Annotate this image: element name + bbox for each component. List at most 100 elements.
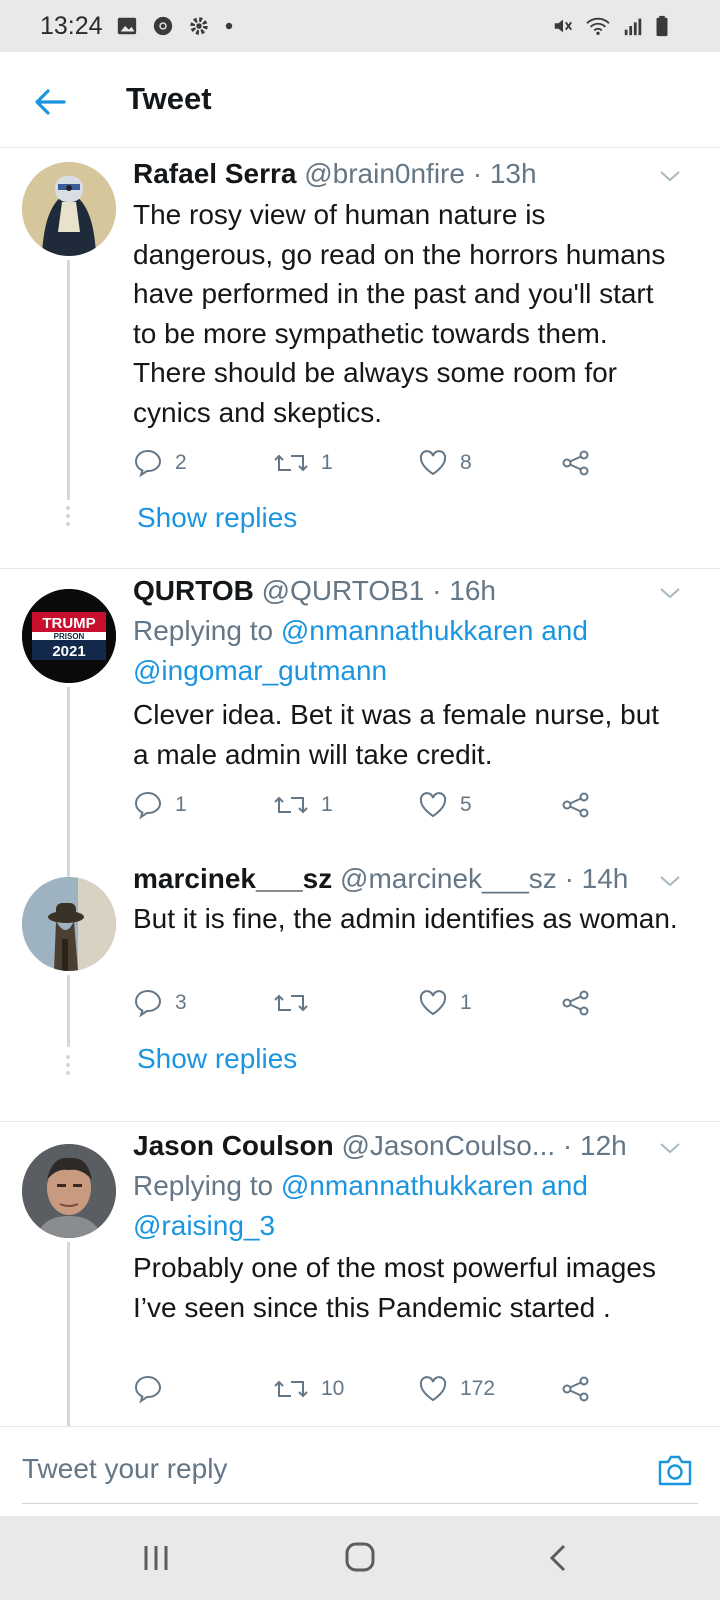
- tweet-actions: 2 1 8: [133, 446, 603, 480]
- retweet-icon: [274, 454, 308, 472]
- chevron-down-icon[interactable]: [658, 581, 682, 605]
- wifi-icon: [586, 17, 610, 35]
- replying-to: Replying to @nmannathukkaren and @ingoma…: [133, 611, 673, 691]
- retweet-icon: [274, 796, 308, 814]
- avatar-text-line2: PRISON: [54, 632, 85, 641]
- share-icon: [562, 1376, 589, 1402]
- retweet-count: 10: [321, 1377, 345, 1400]
- tweet-time: · 13h: [472, 158, 537, 189]
- share-icon: [562, 450, 589, 476]
- tweet-actions: 10 172: [133, 1372, 603, 1406]
- like-button[interactable]: 1: [418, 986, 472, 1020]
- retweet-count: 1: [321, 793, 333, 816]
- share-button[interactable]: [561, 986, 591, 1020]
- share-button[interactable]: [561, 446, 591, 480]
- retweet-icon: [274, 994, 308, 1012]
- tweet-jason-coulson[interactable]: Jason Coulson @JasonCoulso... · 12h Repl…: [0, 1122, 720, 1426]
- reply-icon: [134, 989, 162, 1018]
- replying-prefix: Replying to: [133, 1170, 274, 1201]
- tweet-header: marcinek___sz @marcinek___sz · 14h: [133, 863, 650, 895]
- author-name[interactable]: QURTOB: [133, 575, 254, 606]
- heart-icon: [419, 990, 447, 1016]
- thread-line: [67, 260, 70, 500]
- author-name[interactable]: marcinek___sz: [133, 863, 332, 894]
- share-icon: [562, 990, 589, 1016]
- like-count: 5: [460, 793, 472, 816]
- avatar-text-line3: 2021: [52, 643, 85, 660]
- avatar-text-line1: TRUMP: [42, 615, 95, 632]
- like-button[interactable]: 5: [418, 788, 472, 822]
- chevron-down-icon[interactable]: [658, 164, 682, 188]
- mute-icon: [554, 19, 572, 33]
- tweet-actions: 1 1 5: [133, 788, 603, 822]
- arrow-left-icon[interactable]: [30, 82, 70, 122]
- retweet-button[interactable]: 10: [273, 1372, 344, 1406]
- system-nav-bar: [0, 1516, 720, 1600]
- status-right-icons: [552, 14, 670, 38]
- show-replies-link[interactable]: Show replies: [137, 502, 297, 534]
- tweet-time: · 16h: [432, 575, 496, 606]
- like-button[interactable]: 8: [418, 446, 472, 480]
- avatar[interactable]: [22, 1144, 116, 1238]
- author-name[interactable]: Jason Coulson: [133, 1130, 334, 1161]
- tweet-body: Clever idea. Bet it was a female nurse, …: [133, 699, 660, 770]
- chevron-down-icon[interactable]: [658, 869, 682, 893]
- reply-icon: [134, 1375, 162, 1404]
- replying-prefix: Replying to: [133, 615, 274, 646]
- tweet-rafael-serra[interactable]: Rafael Serra @brain0nfire · 13h The rosy…: [0, 150, 720, 568]
- tweet-body: The rosy view of human nature is dangero…: [133, 199, 666, 428]
- author-handle[interactable]: @JasonCoulso...: [341, 1130, 555, 1161]
- battery-icon: [656, 15, 668, 37]
- reply-button[interactable]: 2: [133, 446, 187, 480]
- settings-icon: [190, 17, 208, 35]
- tweet-time: · 14h: [564, 863, 629, 894]
- thread-line: [67, 687, 70, 859]
- author-handle[interactable]: @brain0nfire: [304, 158, 465, 189]
- thread-line: [67, 975, 70, 1047]
- app-header: Tweet: [0, 52, 720, 148]
- recent-apps-icon[interactable]: [136, 1540, 176, 1576]
- tweet-body: Probably one of the most powerful images…: [133, 1252, 656, 1323]
- show-replies-link[interactable]: Show replies: [137, 1043, 297, 1075]
- reply-icon: [134, 449, 162, 478]
- retweet-button[interactable]: 1: [273, 788, 333, 822]
- author-name[interactable]: Rafael Serra: [133, 158, 296, 189]
- chrome-icon: [153, 16, 173, 36]
- tweet-marcinek[interactable]: marcinek___sz @marcinek___sz · 14h But i…: [0, 859, 720, 1121]
- retweet-button[interactable]: 1: [273, 446, 333, 480]
- reply-button[interactable]: 3: [133, 986, 187, 1020]
- camera-icon[interactable]: [656, 1451, 694, 1489]
- page-title: Tweet: [126, 81, 212, 116]
- thread-dots: [66, 506, 71, 530]
- like-count: 8: [460, 451, 472, 474]
- thread-line: [67, 859, 70, 879]
- author-handle[interactable]: @QURTOB1: [262, 575, 425, 606]
- home-icon[interactable]: [340, 1540, 380, 1576]
- share-button[interactable]: [561, 788, 591, 822]
- tweet-header: QURTOB @QURTOB1 · 16h: [133, 575, 650, 607]
- author-handle[interactable]: @marcinek___sz: [340, 863, 557, 894]
- thread-line: [67, 1242, 70, 1426]
- heart-icon: [419, 792, 447, 818]
- reply-button[interactable]: [133, 1372, 175, 1406]
- status-left-icons: [116, 14, 234, 38]
- signal-icon: [624, 18, 642, 36]
- tweet-qurtob[interactable]: TRUMP PRISON 2021 QURTOB @QURTOB1 · 16h …: [0, 569, 720, 859]
- back-icon[interactable]: [540, 1540, 580, 1576]
- avatar-image: [22, 162, 116, 256]
- reply-input[interactable]: Tweet your reply: [22, 1453, 622, 1485]
- retweet-icon: [274, 1380, 308, 1398]
- avatar[interactable]: [22, 877, 116, 971]
- avatar[interactable]: TRUMP PRISON 2021: [22, 589, 116, 683]
- like-count: 172: [460, 1377, 496, 1400]
- retweet-button[interactable]: [273, 986, 321, 1020]
- retweet-count: 1: [321, 451, 333, 474]
- chevron-down-icon[interactable]: [658, 1136, 682, 1160]
- heart-icon: [419, 450, 447, 476]
- like-button[interactable]: 172: [418, 1372, 495, 1406]
- share-button[interactable]: [561, 1372, 591, 1406]
- thread-dots: [66, 1055, 71, 1079]
- reply-button[interactable]: 1: [133, 788, 187, 822]
- replying-to: Replying to @nmannathukkaren and @raisin…: [133, 1166, 673, 1246]
- avatar[interactable]: [22, 162, 116, 256]
